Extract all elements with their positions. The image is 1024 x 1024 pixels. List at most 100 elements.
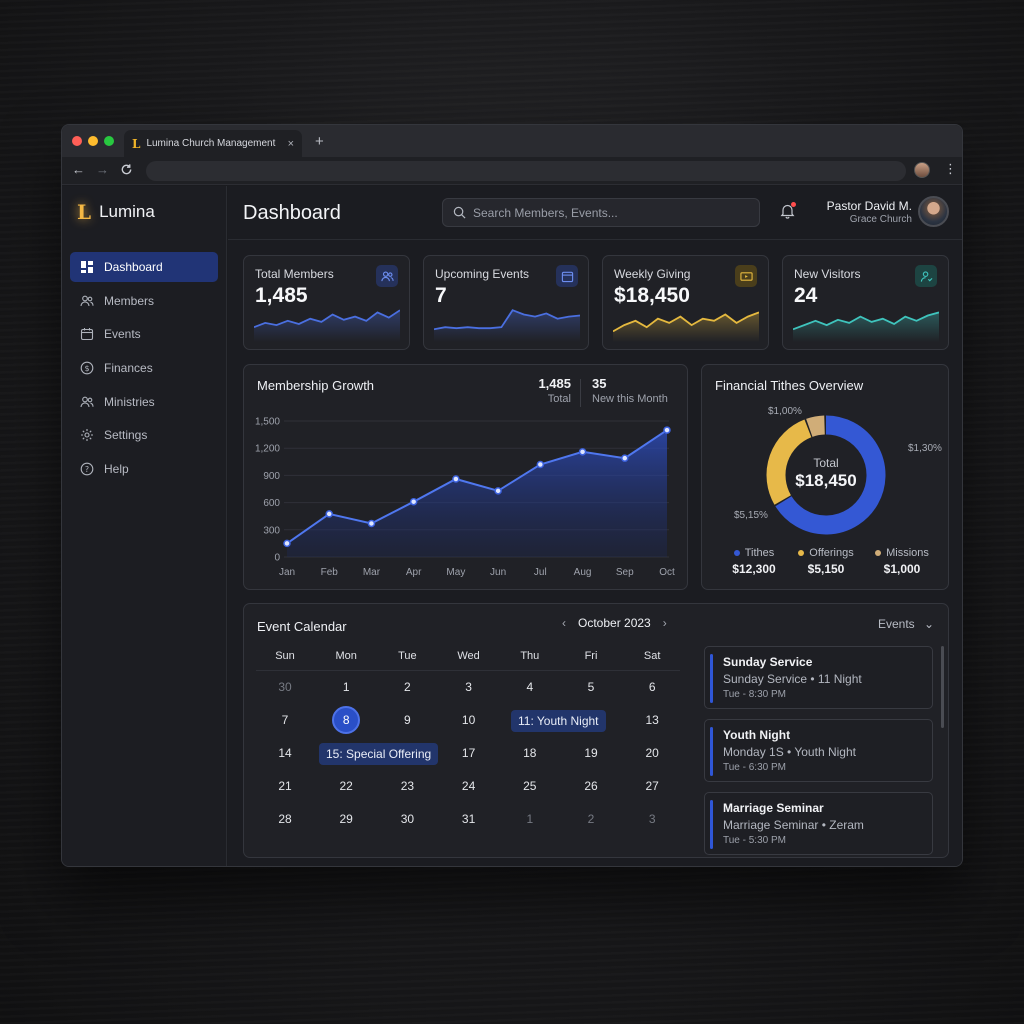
calendar-day[interactable]: 25 xyxy=(510,773,550,799)
financial-tithes-card: Financial Tithes Overview $1,30% $5,15% $1… xyxy=(701,364,949,590)
sparkline-new-visitors xyxy=(793,311,939,342)
calendar-day[interactable]: 26 xyxy=(571,773,611,799)
browser-menu-icon[interactable]: ⋮ xyxy=(944,161,957,177)
prev-month-icon[interactable]: ‹ xyxy=(562,616,566,630)
search-icon xyxy=(453,206,466,219)
sparkline-weekly-giving xyxy=(613,311,759,342)
maximize-window-button[interactable] xyxy=(104,136,114,146)
sidebar-item-events[interactable]: Events xyxy=(70,319,218,349)
calendar-day[interactable]: 24 xyxy=(449,773,489,799)
browser-tab[interactable]: L Lumina Church Management × xyxy=(124,130,302,157)
calendar-day[interactable]: 14 xyxy=(265,740,305,766)
event-card[interactable]: Youth Night Monday 1S • Youth Night Tue … xyxy=(704,719,933,782)
calendar-day[interactable]: 9 xyxy=(387,707,427,733)
forward-arrow-icon[interactable]: → xyxy=(96,162,109,177)
x-tick-label: Feb xyxy=(321,567,339,578)
calendar-day[interactable]: 27 xyxy=(632,773,672,799)
stat-title: Upcoming Events xyxy=(435,267,530,281)
avatar[interactable] xyxy=(918,196,949,227)
sidebar-item-ministries[interactable]: Ministries xyxy=(70,387,218,417)
calendar-day[interactable]: 20 xyxy=(632,740,672,766)
calendar-day[interactable]: 7 xyxy=(265,707,305,733)
profile-avatar-icon[interactable] xyxy=(914,162,930,178)
close-window-button[interactable] xyxy=(72,136,82,146)
lumina-logo-icon: L xyxy=(77,200,92,224)
stat-value: 24 xyxy=(794,284,818,307)
data-point xyxy=(325,510,333,518)
calendar-day[interactable]: 3 xyxy=(449,674,489,700)
calendar-day[interactable]: 17 xyxy=(449,740,489,766)
tab-close-icon[interactable]: × xyxy=(288,138,294,150)
stat-card-new-visitors[interactable]: New Visitors 24 xyxy=(782,255,949,350)
legend-label: Missions xyxy=(886,547,929,559)
legend-amount: $5,150 xyxy=(807,562,845,576)
calendar-day[interactable]: 28 xyxy=(265,806,305,832)
calendar-day[interactable]: 10 xyxy=(449,707,489,733)
event-accent-bar xyxy=(710,654,713,703)
event-card[interactable]: Marriage Seminar Marriage Seminar • Zera… xyxy=(704,792,933,855)
sidebar-item-help[interactable]: ? Help xyxy=(70,454,218,484)
browser-window: L Lumina Church Management × + ← → ⋮ L L… xyxy=(61,124,963,867)
calendar-day[interactable]: 23 xyxy=(387,773,427,799)
calendar-day[interactable]: 18 xyxy=(510,740,550,766)
slice-callout-label: $1,30% xyxy=(908,443,942,454)
sidebar-item-label: Finances xyxy=(104,361,153,376)
stat-card-total-members[interactable]: Total Members 1,485 xyxy=(243,255,410,350)
calendar-day[interactable]: 4 xyxy=(510,674,550,700)
weekday-header: Sun xyxy=(275,650,295,662)
calendar-day[interactable]: 30 xyxy=(265,674,305,700)
calendar-day[interactable]: 31 xyxy=(449,806,489,832)
search-box[interactable] xyxy=(442,198,760,227)
calendar-day[interactable]: 19 xyxy=(571,740,611,766)
events-filter-dropdown[interactable]: Events ⌄ xyxy=(878,617,934,631)
sidebar-item-dashboard[interactable]: Dashboard xyxy=(70,252,218,282)
new-tab-button[interactable]: + xyxy=(315,133,324,150)
sidebar-item-settings[interactable]: Settings xyxy=(70,420,218,450)
sidebar-item-finances[interactable]: $ Finances xyxy=(70,353,218,383)
user-organization: Grace Church xyxy=(849,214,912,225)
next-month-icon[interactable]: › xyxy=(663,616,667,630)
sidebar-item-members[interactable]: Members xyxy=(70,286,218,316)
calendar-day[interactable]: 1 xyxy=(326,674,366,700)
data-point xyxy=(494,487,502,495)
calendar-day[interactable]: 3 xyxy=(632,806,672,832)
calendar-day[interactable]: 2 xyxy=(571,806,611,832)
legend-amount: $1,000 xyxy=(883,562,921,576)
calendar-day[interactable]: 1 xyxy=(510,806,550,832)
y-tick-label: 1,500 xyxy=(255,417,280,428)
y-tick-label: 600 xyxy=(263,498,280,509)
stat-card-upcoming-events[interactable]: Upcoming Events 7 xyxy=(423,255,589,350)
svg-text:$: $ xyxy=(84,364,89,373)
sidebar-item-label: Help xyxy=(104,462,129,477)
svg-text:?: ? xyxy=(85,465,89,474)
calendar-event-youth-night[interactable]: 11: Youth Night xyxy=(511,710,606,732)
calendar-day[interactable]: 2 xyxy=(387,674,427,700)
weekday-header: Tue xyxy=(398,650,417,662)
giving-icon xyxy=(735,265,757,287)
x-tick-label: Jul xyxy=(534,567,547,578)
calendar-day[interactable]: 6 xyxy=(632,674,672,700)
calendar-event-special-offering[interactable]: 15: Special Offering xyxy=(319,743,439,765)
chevron-down-icon: ⌄ xyxy=(924,617,935,631)
event-calendar-title: Event Calendar xyxy=(257,619,347,634)
user-name: Pastor David M. xyxy=(826,199,912,213)
stat-card-weekly-giving[interactable]: Weekly Giving $18,450 xyxy=(602,255,769,350)
today-date[interactable]: 8 xyxy=(332,706,361,734)
calendar-day[interactable]: 21 xyxy=(265,773,305,799)
event-card[interactable]: Sunday Service Sunday Service • 11 Night… xyxy=(704,646,933,709)
search-input[interactable] xyxy=(473,205,733,220)
calendar-day[interactable]: 30 xyxy=(387,806,427,832)
calendar-day[interactable]: 5 xyxy=(571,674,611,700)
calendar-day[interactable]: 29 xyxy=(326,806,366,832)
reload-icon[interactable] xyxy=(120,163,133,176)
url-field[interactable] xyxy=(146,161,906,181)
event-list-scrollbar[interactable] xyxy=(941,646,944,728)
stat-value: 7 xyxy=(435,284,447,307)
back-arrow-icon[interactable]: ← xyxy=(72,162,85,177)
calendar-day[interactable]: 13 xyxy=(632,707,672,733)
minimize-window-button[interactable] xyxy=(88,136,98,146)
page-title: Dashboard xyxy=(243,202,341,224)
brand-logo[interactable]: L Lumina xyxy=(77,200,155,224)
data-point xyxy=(621,454,629,462)
calendar-day[interactable]: 22 xyxy=(326,773,366,799)
